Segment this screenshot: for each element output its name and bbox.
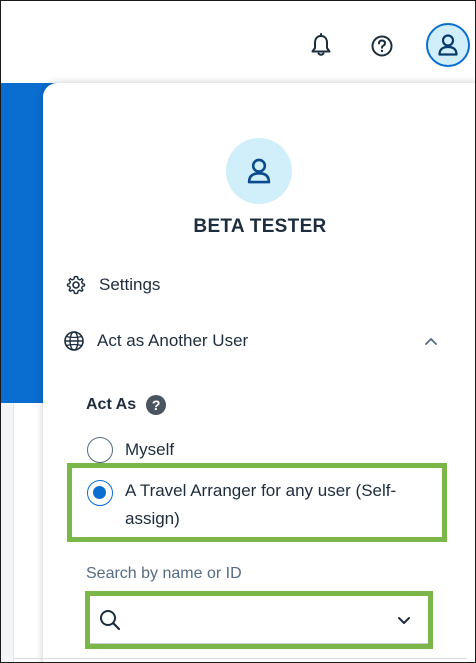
user-menu-button[interactable]: [426, 23, 470, 67]
help-icon[interactable]: [367, 31, 397, 61]
profile-name: BETA TESTER: [193, 216, 327, 237]
divider: [13, 658, 467, 659]
act-as-another-user-label: Act as Another User: [97, 331, 249, 350]
question-mark-icon[interactable]: ?: [146, 395, 167, 415]
highlight-box-radio-option: [67, 463, 447, 542]
gear-icon: [65, 274, 87, 296]
profile-avatar: [226, 138, 292, 204]
act-as-label: Act As: [86, 396, 137, 413]
act-as-another-user-menu-item[interactable]: Act as Another User: [63, 327, 248, 355]
chevron-up-icon[interactable]: [421, 331, 441, 351]
settings-menu-item[interactable]: Settings: [65, 271, 160, 299]
act-as-heading: Act As ?: [86, 395, 167, 415]
search-caption: Search by name or ID: [86, 565, 242, 582]
radio-myself[interactable]: [87, 437, 113, 463]
globe-icon: [63, 330, 85, 352]
user-icon: [438, 34, 458, 56]
user-icon: [247, 158, 271, 184]
background-gray-area: [1, 403, 14, 662]
bell-icon[interactable]: [307, 31, 335, 59]
radio-myself-label[interactable]: Myself: [125, 436, 174, 464]
highlight-box-search: [85, 591, 433, 649]
top-bar: [1, 1, 475, 79]
app-frame: BETA TESTER Settings Act as Another User: [0, 0, 476, 663]
settings-label: Settings: [99, 275, 161, 294]
